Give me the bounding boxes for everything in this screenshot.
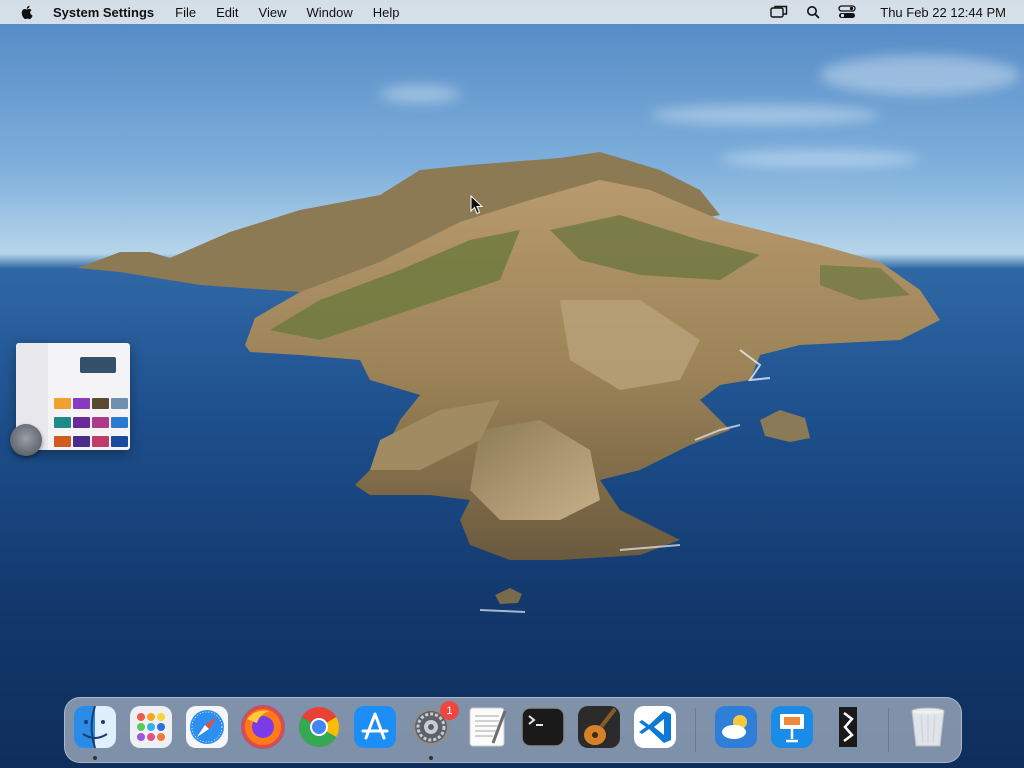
menu-edit[interactable]: Edit <box>216 5 238 20</box>
terminal-icon[interactable] <box>521 705 565 749</box>
textedit-icon[interactable] <box>465 705 509 749</box>
menu-bar: System Settings File Edit View Window He… <box>0 0 1024 24</box>
thumbnail-tile <box>54 398 71 409</box>
thumbnail-tile <box>73 398 90 409</box>
menu-help[interactable]: Help <box>373 5 400 20</box>
menu-window[interactable]: Window <box>306 5 352 20</box>
thumbnail-tile <box>73 436 90 447</box>
launchpad-icon[interactable] <box>129 705 173 749</box>
firefox-icon[interactable] <box>241 705 285 749</box>
bbedit-icon[interactable] <box>826 705 870 749</box>
keynote-icon[interactable] <box>770 705 814 749</box>
menu-bar-clock[interactable]: Thu Feb 22 12:44 PM <box>880 5 1006 20</box>
desktop-wallpaper[interactable]: System Settings File Edit View Window He… <box>0 0 1024 768</box>
thumbnail-tile <box>54 417 71 428</box>
thumbnail-tile <box>111 417 128 428</box>
garageband-icon[interactable] <box>577 705 621 749</box>
finder-icon[interactable] <box>73 705 117 749</box>
apple-menu-icon[interactable] <box>19 4 35 20</box>
running-indicator <box>93 756 97 760</box>
dock-separator <box>695 708 696 752</box>
running-indicator <box>429 756 433 760</box>
dock-separator <box>888 708 889 752</box>
thumbnail-wallpaper-preview <box>80 357 116 373</box>
thumbnail-tile <box>92 398 109 409</box>
mouse-cursor <box>470 195 484 215</box>
stage-manager-app-icon[interactable] <box>10 424 42 456</box>
menu-file[interactable]: File <box>175 5 196 20</box>
weather-icon[interactable] <box>714 705 758 749</box>
safari-icon[interactable] <box>185 705 229 749</box>
thumbnail-tile <box>54 436 71 447</box>
thumbnail-tile <box>92 436 109 447</box>
thumbnail-tile <box>92 417 109 428</box>
thumbnail-tile <box>111 398 128 409</box>
app-store-icon[interactable] <box>353 705 397 749</box>
spotlight-search-icon[interactable] <box>804 5 822 19</box>
vscode-icon[interactable] <box>633 705 677 749</box>
control-center-icon[interactable] <box>838 5 856 19</box>
app-name-menu[interactable]: System Settings <box>53 5 154 20</box>
notification-badge: 1 <box>440 701 459 720</box>
thumbnail-tile <box>73 417 90 428</box>
trash-icon[interactable] <box>906 705 950 749</box>
menu-view[interactable]: View <box>259 5 287 20</box>
screen-mirroring-icon[interactable] <box>770 5 788 19</box>
chrome-icon[interactable] <box>297 705 341 749</box>
catalina-island-image <box>78 152 940 613</box>
thumbnail-tile <box>111 436 128 447</box>
